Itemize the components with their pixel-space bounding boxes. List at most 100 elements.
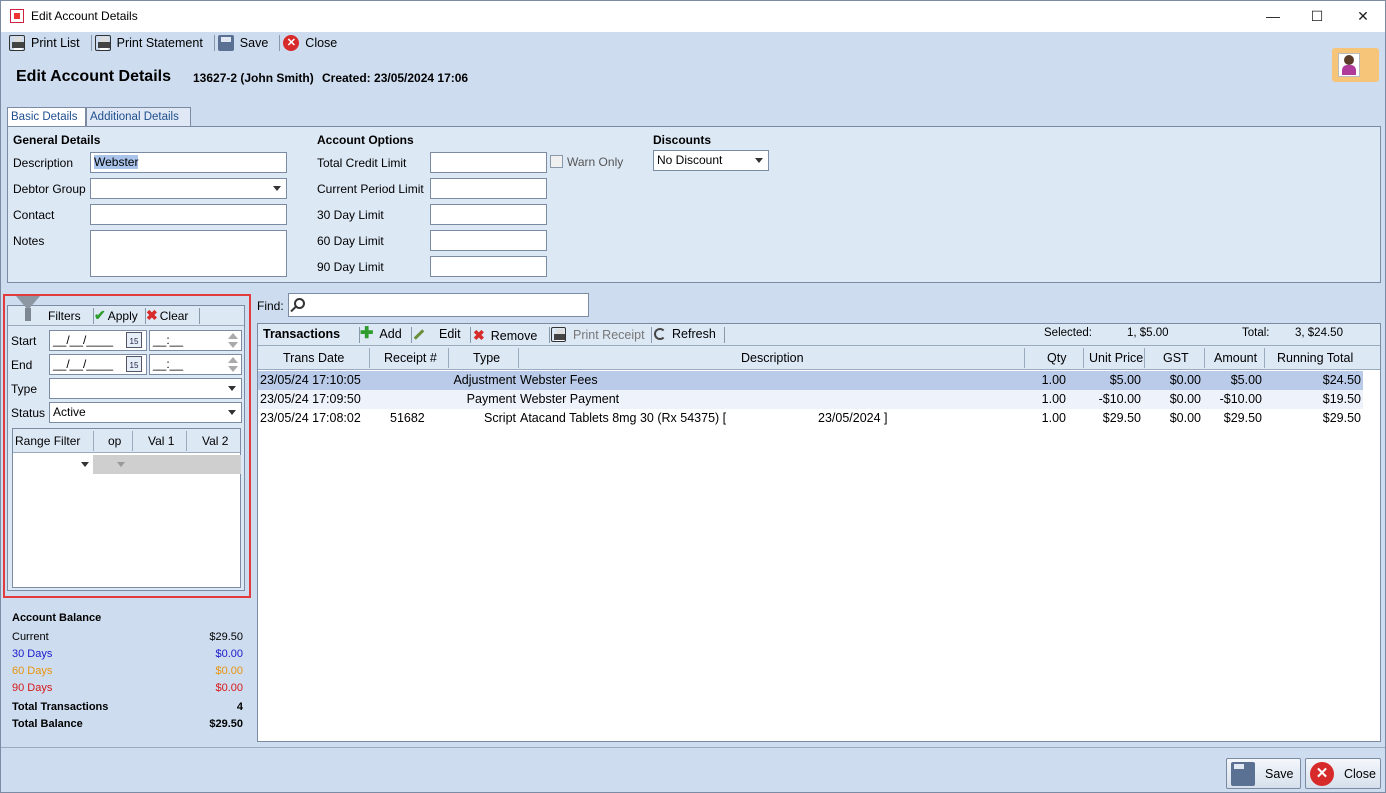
debtor-group-select[interactable]: [90, 178, 287, 199]
transactions-panel: Transactions ✚ Add Edit ✖ Remove Print Rec…: [257, 323, 1381, 742]
toolbar-close-button[interactable]: ✕ Close: [283, 33, 337, 53]
balance-heading: Account Balance: [12, 612, 102, 624]
col-gst[interactable]: GST: [1163, 351, 1189, 365]
description-label: Description: [13, 156, 74, 170]
toolbar-save-button[interactable]: Save: [217, 33, 268, 53]
app-icon: [10, 9, 24, 23]
col-amount[interactable]: Amount: [1214, 351, 1257, 365]
print-list-label: Print List: [31, 36, 80, 50]
selected-label: Selected:: [1044, 327, 1092, 339]
toolbar-separator: [90, 35, 92, 51]
window-title: Edit Account Details: [31, 9, 138, 23]
warn-only-label: Warn Only: [567, 155, 624, 169]
minimize-button[interactable]: —: [1250, 1, 1296, 32]
current-period-limit-label: Current Period Limit: [317, 182, 424, 196]
window-close-button[interactable]: ✕: [1340, 1, 1386, 32]
col-receipt[interactable]: Receipt #: [384, 351, 437, 365]
page-header: Edit Account Details 13627-2 (John Smith…: [1, 54, 1385, 101]
account-identifier: 13627-2 (John Smith): [193, 71, 314, 85]
contact-label: Contact: [13, 208, 55, 222]
total-transactions-row: Total Transactions 4: [12, 701, 243, 713]
table-row[interactable]: 23/05/24 17:09:50 Payment Webster Paymen…: [258, 390, 1363, 409]
chevron-down-icon: [273, 186, 281, 191]
print-statement-button[interactable]: Print Statement: [94, 33, 203, 53]
total-balance-row: Total Balance $29.50: [12, 718, 243, 730]
main-toolbar: Print List Print Statement Save ✕ Close: [1, 32, 1385, 54]
col-description[interactable]: Description: [741, 351, 804, 365]
transactions-header: Trans Date Receipt # Type Description Qt…: [258, 346, 1380, 370]
printer-icon: [94, 35, 111, 51]
transactions-title: Transactions: [263, 327, 341, 341]
warn-only-checkbox[interactable]: [550, 155, 563, 168]
tab-additional-details[interactable]: Additional Details: [86, 107, 191, 126]
col-running-total[interactable]: Running Total: [1277, 351, 1353, 365]
save-icon: [1231, 762, 1255, 786]
col-trans-date[interactable]: Trans Date: [283, 351, 344, 365]
add-transaction-button[interactable]: ✚ Add: [360, 325, 402, 342]
print-list-button[interactable]: Print List: [9, 33, 80, 53]
discount-select[interactable]: No Discount: [653, 150, 769, 171]
description-field[interactable]: Webster: [90, 152, 287, 173]
col-unit-price[interactable]: Unit Price: [1089, 351, 1143, 365]
save-button[interactable]: Save: [1226, 758, 1301, 789]
day90-limit-label: 90 Day Limit: [317, 260, 384, 274]
refresh-icon: [654, 328, 666, 340]
print-statement-label: Print Statement: [116, 36, 203, 50]
x-icon: ✖: [473, 327, 485, 343]
edit-transaction-button[interactable]: Edit: [413, 327, 461, 341]
close-icon: ✕: [283, 35, 300, 51]
table-row[interactable]: 23/05/24 17:10:05 Adjustment Webster Fee…: [258, 371, 1363, 390]
selected-value: 1, $5.00: [1127, 327, 1169, 339]
total-label: Total:: [1242, 327, 1270, 339]
search-icon: [294, 298, 305, 309]
remove-transaction-button[interactable]: ✖ Remove: [473, 327, 537, 344]
print-receipt-button[interactable]: Print Receipt: [551, 327, 645, 342]
plus-icon: ✚: [360, 325, 374, 342]
notes-label: Notes: [13, 234, 45, 248]
debtor-group-label: Debtor Group: [13, 182, 86, 196]
filters-highlight: [3, 294, 251, 598]
created-date: Created: 23/05/2024 17:06: [322, 71, 469, 85]
col-type[interactable]: Type: [473, 351, 500, 365]
close-icon: ✕: [1310, 762, 1334, 786]
title-bar: Edit Account Details — ☐ ✕: [1, 1, 1385, 32]
tab-basic-details[interactable]: Basic Details: [7, 107, 86, 126]
chevron-down-icon: [755, 158, 763, 163]
maximize-button[interactable]: ☐: [1294, 1, 1340, 32]
day90-limit-field[interactable]: [430, 256, 547, 277]
discounts-heading: Discounts: [653, 133, 712, 147]
day30-limit-label: 30 Day Limit: [317, 208, 384, 222]
toolbar-close-label: Close: [305, 36, 338, 50]
balance-row: 30 Days $0.00: [12, 648, 243, 660]
total-credit-limit-field[interactable]: [430, 152, 547, 173]
printer-icon: [9, 35, 25, 51]
footer-bar: Save ✕ Close: [1, 747, 1385, 793]
refresh-button[interactable]: Refresh: [654, 327, 716, 341]
account-options-heading: Account Options: [317, 133, 414, 147]
day30-limit-field[interactable]: [430, 204, 547, 225]
toolbar-separator: [213, 35, 215, 51]
find-input[interactable]: [288, 293, 589, 317]
contact-field[interactable]: [90, 204, 287, 225]
total-value: 3, $24.50: [1295, 327, 1343, 339]
general-details-heading: General Details: [13, 133, 101, 147]
notes-field[interactable]: [90, 230, 287, 277]
col-qty[interactable]: Qty: [1047, 351, 1066, 365]
pencil-icon: [413, 328, 425, 340]
table-row[interactable]: 23/05/24 17:08:02 51682 Script Atacand T…: [258, 409, 1363, 428]
balance-row: 60 Days $0.00: [12, 665, 243, 677]
balance-row: Current $29.50: [12, 631, 243, 643]
edit-account-window: Edit Account Details — ☐ ✕ Print List Pr…: [0, 0, 1386, 793]
customer-avatar-icon[interactable]: [1332, 48, 1379, 82]
printer-icon: [551, 327, 566, 342]
save-icon: [217, 35, 234, 51]
day60-limit-label: 60 Day Limit: [317, 234, 384, 248]
close-button[interactable]: ✕ Close: [1305, 758, 1381, 789]
page-title: Edit Account Details: [16, 68, 171, 85]
day60-limit-field[interactable]: [430, 230, 547, 251]
total-credit-limit-label: Total Credit Limit: [317, 156, 407, 170]
find-label: Find:: [257, 299, 284, 313]
basic-details-panel: General Details Description Webster Debt…: [7, 126, 1381, 283]
current-period-limit-field[interactable]: [430, 178, 547, 199]
balance-row: 90 Days $0.00: [12, 682, 243, 694]
